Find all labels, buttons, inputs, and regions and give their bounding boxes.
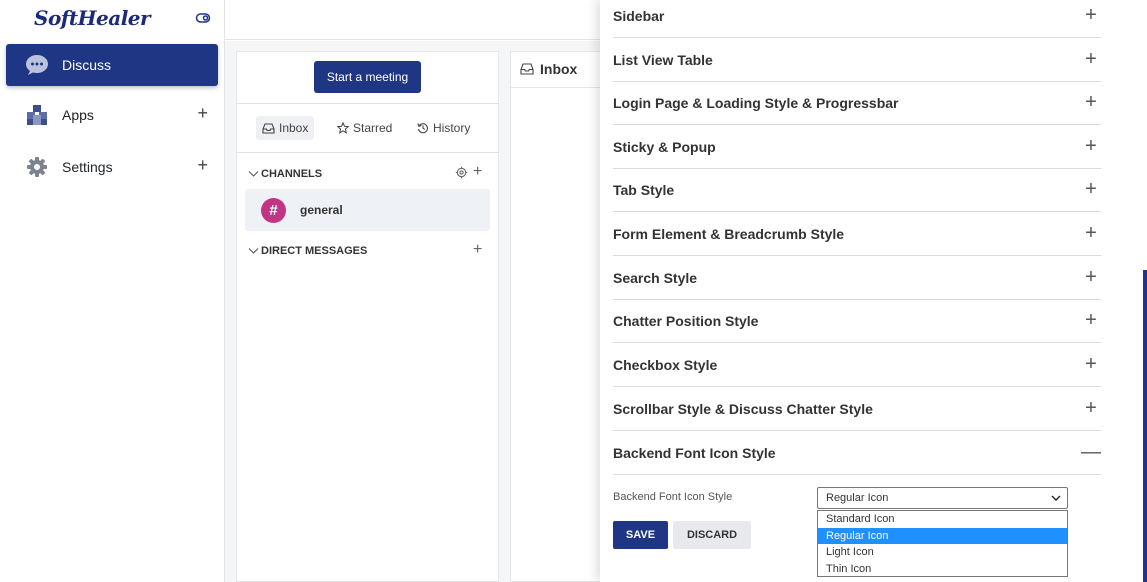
plus-icon[interactable]: + bbox=[1081, 222, 1101, 245]
channel-settings-icon[interactable] bbox=[455, 166, 468, 184]
accordion-title: Search Style bbox=[613, 269, 698, 286]
option-thin-icon[interactable]: Thin Icon bbox=[818, 561, 1067, 578]
direct-messages-heading[interactable]: DIRECT MESSAGES bbox=[248, 245, 367, 257]
history-icon bbox=[417, 123, 428, 134]
sidebar-toggle-icon[interactable] bbox=[195, 10, 211, 26]
star-icon bbox=[337, 122, 349, 134]
accordion-sticky-popup[interactable]: Sticky & Popup + bbox=[613, 125, 1101, 169]
accordion-title: Login Page & Loading Style & Progressbar bbox=[613, 94, 899, 111]
channel-name: general bbox=[300, 203, 343, 217]
accordion-sidebar[interactable]: Sidebar + bbox=[613, 0, 1101, 38]
accordion-title: Sidebar bbox=[613, 7, 665, 24]
sidebar-item-discuss[interactable]: Discuss bbox=[6, 44, 218, 86]
channel-avatar: # bbox=[261, 197, 286, 223]
chevron-down-icon bbox=[1051, 493, 1061, 505]
accordion-list-view-table[interactable]: List View Table + bbox=[613, 38, 1101, 82]
accordion-chatter-position[interactable]: Chatter Position Style + bbox=[613, 299, 1101, 343]
tab-label: History bbox=[433, 121, 471, 135]
minus-icon[interactable]: — bbox=[1081, 441, 1101, 464]
plus-icon[interactable]: + bbox=[1081, 309, 1101, 332]
accordion-title: Form Element & Breadcrumb Style bbox=[613, 225, 845, 242]
tab-label: Inbox bbox=[279, 121, 309, 135]
inbox-title: Inbox bbox=[540, 61, 578, 77]
select-value: Regular Icon bbox=[826, 492, 889, 504]
accordion-title: List View Table bbox=[613, 51, 713, 68]
accordion-title: Checkbox Style bbox=[613, 356, 718, 373]
plus-icon[interactable]: + bbox=[1081, 353, 1101, 376]
plus-icon[interactable]: + bbox=[1081, 266, 1101, 289]
accordion-title: Scrollbar Style & Discuss Chatter Style bbox=[613, 400, 873, 417]
accordion-form-element[interactable]: Form Element & Breadcrumb Style + bbox=[613, 212, 1101, 256]
sidebar-item-label: Settings bbox=[62, 159, 113, 175]
accordion-search-style[interactable]: Search Style + bbox=[613, 256, 1101, 300]
plus-icon[interactable]: + bbox=[1081, 48, 1101, 71]
divider bbox=[236, 103, 499, 104]
plus-icon[interactable]: + bbox=[1081, 91, 1101, 114]
sidebar: SoftHealer bbox=[0, 0, 225, 582]
chevron-down-icon bbox=[248, 248, 259, 254]
discuss-tabs: Inbox Starred History bbox=[236, 112, 499, 146]
channel-item-general[interactable]: # general bbox=[245, 189, 490, 231]
tab-inbox[interactable]: Inbox bbox=[256, 116, 315, 140]
channels-heading[interactable]: CHANNELS bbox=[248, 168, 322, 180]
section-label: CHANNELS bbox=[261, 168, 323, 180]
expand-icon[interactable]: + bbox=[197, 155, 208, 176]
top-bar bbox=[225, 0, 600, 40]
sidebar-item-apps[interactable]: Apps + bbox=[6, 94, 218, 136]
sidebar-item-label: Apps bbox=[62, 107, 94, 123]
plus-icon[interactable]: + bbox=[1081, 135, 1101, 158]
chevron-down-icon bbox=[248, 171, 259, 177]
option-light-icon[interactable]: Light Icon bbox=[818, 544, 1067, 561]
accordion-title: Sticky & Popup bbox=[613, 138, 716, 155]
save-button[interactable]: SAVE bbox=[613, 521, 668, 549]
option-regular-icon[interactable]: Regular Icon bbox=[818, 527, 1067, 544]
app-logo: SoftHealer bbox=[34, 6, 151, 30]
accordion-backend-font-icon[interactable]: Backend Font Icon Style — bbox=[613, 431, 1101, 475]
discard-button[interactable]: DISCARD bbox=[673, 521, 751, 549]
tab-starred[interactable]: Starred bbox=[337, 116, 392, 140]
accordion-scrollbar-style[interactable]: Scrollbar Style & Discuss Chatter Style … bbox=[613, 387, 1101, 431]
scrollbar-thumb[interactable] bbox=[1143, 270, 1147, 582]
accordion-title: Chatter Position Style bbox=[613, 312, 759, 329]
divider bbox=[236, 152, 499, 153]
section-label: DIRECT MESSAGES bbox=[261, 245, 368, 257]
inbox-icon bbox=[520, 63, 534, 75]
expand-icon[interactable]: + bbox=[197, 103, 208, 124]
accordion-title: Backend Font Icon Style bbox=[613, 444, 776, 461]
plus-icon[interactable]: + bbox=[1081, 178, 1101, 201]
sidebar-item-label: Discuss bbox=[62, 57, 112, 73]
chat-bubble-icon bbox=[24, 52, 50, 78]
apps-cubes-icon bbox=[24, 102, 50, 128]
inbox-panel bbox=[510, 51, 600, 582]
add-channel-icon[interactable]: + bbox=[473, 163, 482, 181]
accordion-login-page[interactable]: Login Page & Loading Style & Progressbar… bbox=[613, 81, 1101, 125]
tab-label: Starred bbox=[353, 121, 393, 135]
add-direct-message-icon[interactable]: + bbox=[473, 241, 482, 259]
inbox-icon bbox=[262, 122, 275, 134]
gear-icon bbox=[24, 154, 50, 180]
accordion-title: Tab Style bbox=[613, 181, 675, 198]
accordion-tab-style[interactable]: Tab Style + bbox=[613, 168, 1101, 212]
inbox-header: Inbox bbox=[510, 51, 600, 88]
field-label: Backend Font Icon Style bbox=[613, 491, 733, 503]
font-icon-style-select[interactable]: Regular Icon bbox=[817, 487, 1068, 509]
option-standard-icon[interactable]: Standard Icon bbox=[818, 511, 1067, 528]
accordion-checkbox-style[interactable]: Checkbox Style + bbox=[613, 343, 1101, 387]
sidebar-item-settings[interactable]: Settings + bbox=[6, 146, 218, 188]
plus-icon[interactable]: + bbox=[1081, 397, 1101, 420]
start-meeting-button[interactable]: Start a meeting bbox=[314, 61, 421, 93]
plus-icon[interactable]: + bbox=[1081, 4, 1101, 27]
select-dropdown: Standard Icon Regular Icon Light Icon Th… bbox=[817, 510, 1068, 577]
tab-history[interactable]: History bbox=[417, 116, 470, 140]
